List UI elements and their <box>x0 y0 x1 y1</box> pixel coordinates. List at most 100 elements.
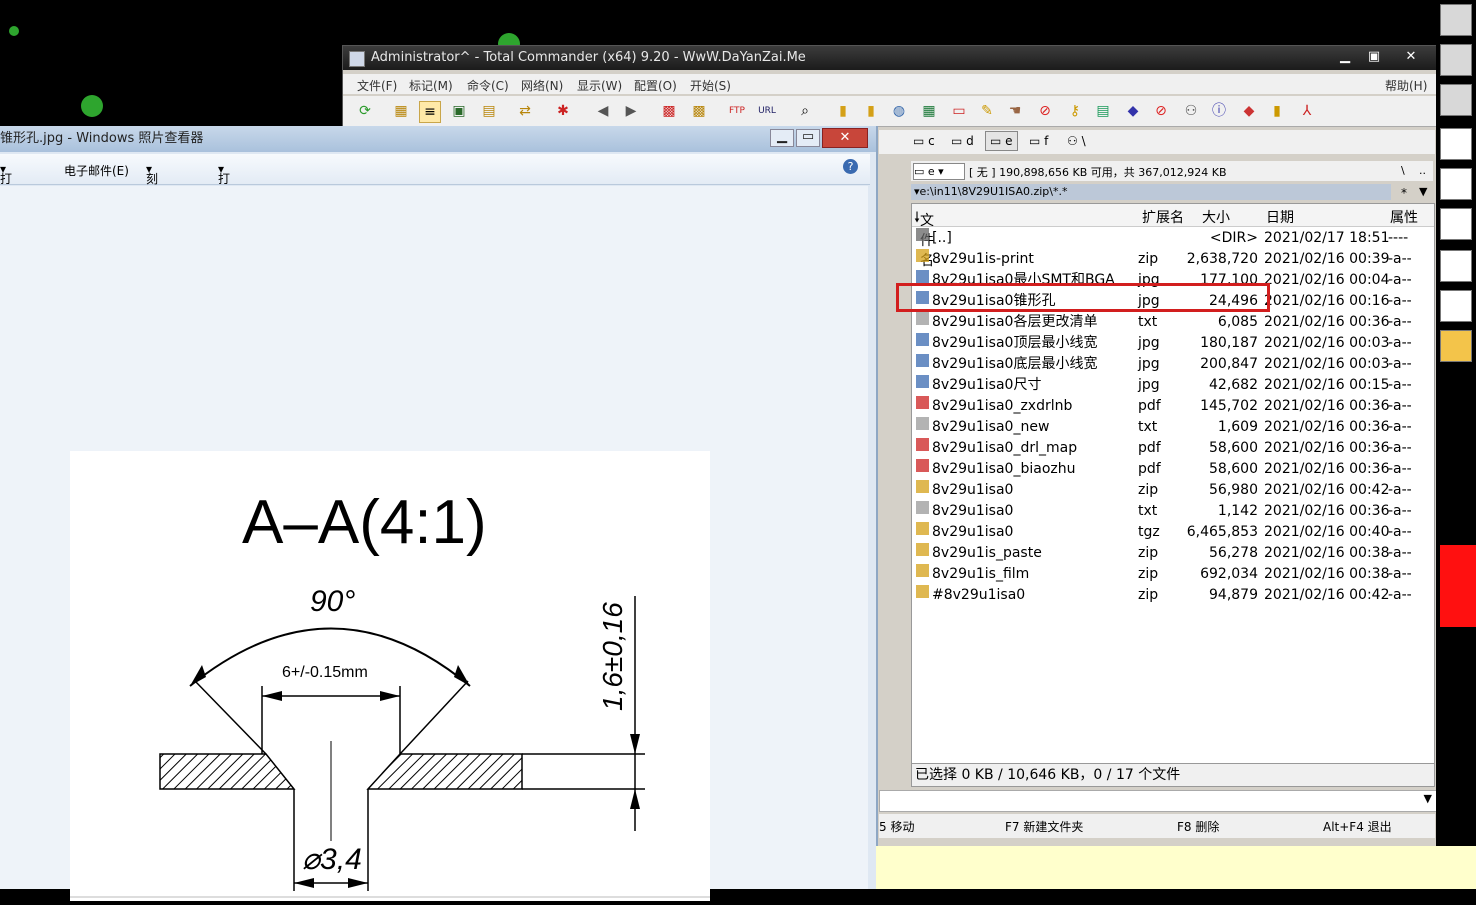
drive-select[interactable]: ▭ e ▾ <box>913 163 965 180</box>
print-menu[interactable]: 打印(P) ▾ <box>0 162 17 218</box>
table-row[interactable]: 8v29u1isa0顶层最小线宽 jpg 180,187 2021/02/16 00:… <box>912 333 1434 354</box>
maximize-button[interactable]: ▣ <box>1362 48 1386 66</box>
table-row[interactable]: 8v29u1isa0 zip 56,980 2021/02/16 00:42 -a-- <box>912 480 1434 501</box>
tree-icon[interactable]: ▤ <box>479 101 499 121</box>
table-row[interactable]: 8v29u1is_film zip 692,034 2021/02/16 00:38-… <box>912 564 1434 585</box>
path-bar[interactable]: ▾e:\in11\8V29U1ISA0.zip\*.* <box>911 184 1391 200</box>
table-row[interactable]: 8v29u1isa0尺寸 jpg 42,682 2021/02/16 00:15 -a-… <box>912 375 1434 396</box>
parent-button[interactable]: .. <box>1419 164 1426 177</box>
drive-e-button[interactable]: ▭ e <box>985 131 1018 151</box>
palette-tool-icon[interactable] <box>1440 290 1472 322</box>
stop-icon[interactable]: ⊘ <box>1151 101 1171 121</box>
ftp-icon[interactable]: FTP <box>727 101 747 121</box>
table-row[interactable]: [..] <DIR> 2021/02/17 18:51 ---- <box>912 228 1434 249</box>
table-row[interactable]: 8v29u1isa0_zxdrlnb pdf 145,702 2021/02/16 0… <box>912 396 1434 417</box>
drive-c-button[interactable]: ▭ c <box>913 134 935 148</box>
file-attr: -a-- <box>1388 545 1412 561</box>
folder-icon[interactable]: ▮ <box>861 101 881 121</box>
table-row[interactable]: 8v29u1isa0各层更改清单 txt 6,085 2021/02/16 00:36… <box>912 312 1434 333</box>
table-row[interactable]: 8v29u1isa0底层最小线宽 jpg 200,847 2021/02/16 00:… <box>912 354 1434 375</box>
table-row[interactable]: 8v29u1is-print zip 2,638,720 2021/02/16 00:… <box>912 249 1434 270</box>
arrowhead <box>190 665 206 686</box>
maximize-button[interactable]: ▭ <box>796 129 820 147</box>
palette-tool-icon[interactable] <box>1440 84 1472 116</box>
back-icon[interactable]: ◀ <box>593 101 613 121</box>
folder-icon[interactable]: ▮ <box>833 101 853 121</box>
select-icon[interactable]: ✱ <box>553 101 573 121</box>
f7-newfolder-button[interactable]: F7 新建文件夹 <box>1005 818 1083 835</box>
menu-commands[interactable]: 命令(C) <box>467 77 509 94</box>
cube-icon[interactable]: ◆ <box>1239 101 1259 121</box>
menu-config[interactable]: 配置(O) <box>634 77 677 94</box>
hand-icon[interactable]: ☚ <box>1005 101 1025 121</box>
history-dropdown-icon[interactable]: ▼ <box>1419 185 1427 198</box>
stop-icon[interactable]: ⊘ <box>1035 101 1055 121</box>
minimize-button[interactable]: ▁ <box>770 129 794 147</box>
email-button[interactable]: 电子邮件(E) <box>64 162 129 179</box>
unpack-icon[interactable]: ▩ <box>689 101 709 121</box>
folder-key-icon[interactable]: ▮ <box>1267 101 1287 121</box>
menu-mark[interactable]: 标记(M) <box>409 77 453 94</box>
command-line[interactable]: ▼ <box>879 790 1437 812</box>
f6-move-button[interactable]: 5 移动 <box>879 818 914 835</box>
drive-f-button[interactable]: ▭ f <box>1029 134 1048 148</box>
table-row[interactable]: 8v29u1isa0 txt 1,142 2021/02/16 00:36 -a-- <box>912 501 1434 522</box>
palette-tool-icon[interactable] <box>1440 168 1472 200</box>
cube-icon[interactable]: ◆ <box>1123 101 1143 121</box>
table-row[interactable]: 8v29u1is_paste zip 56,278 2021/02/16 00:38-… <box>912 543 1434 564</box>
pack-icon[interactable]: ▩ <box>659 101 679 121</box>
menu-help[interactable]: 帮助(H) <box>1385 77 1427 94</box>
drive-d-button[interactable]: ▭ d <box>951 134 974 148</box>
palette-tool-icon[interactable] <box>1440 128 1472 160</box>
book-icon[interactable]: ▤ <box>1093 101 1113 121</box>
column-size[interactable]: 大小 <box>1202 207 1230 227</box>
search-icon[interactable]: ⌕ <box>795 101 815 121</box>
document-icon[interactable]: ▭ <box>949 101 969 121</box>
url-icon[interactable]: URL <box>757 101 777 121</box>
menu-file[interactable]: 文件(F) <box>357 77 397 94</box>
excel-icon[interactable]: ▦ <box>919 101 939 121</box>
brief-view-icon[interactable]: ▦ <box>391 101 411 121</box>
column-date[interactable]: 日期 <box>1266 207 1294 227</box>
altf4-exit-button[interactable]: Alt+F4 退出 <box>1323 818 1392 835</box>
path-filter[interactable]: * <box>1401 186 1407 200</box>
pdf-icon[interactable]: ⅄ <box>1297 101 1317 121</box>
chevron-down-icon[interactable]: ▼ <box>1424 792 1432 805</box>
full-view-icon[interactable]: ≡ <box>419 101 441 123</box>
menu-net[interactable]: 网络(N) <box>521 77 563 94</box>
key-icon[interactable]: ⚷ <box>1065 101 1085 121</box>
close-button[interactable]: ✕ <box>822 128 868 148</box>
thumbnail-icon[interactable]: ▣ <box>449 101 469 121</box>
forward-icon[interactable]: ▶ <box>621 101 641 121</box>
table-row[interactable]: #8v29u1isa0 zip 94,879 2021/02/16 00:42 -a-- <box>912 585 1434 606</box>
palette-tool-icon[interactable] <box>1440 4 1472 36</box>
network-drive-button[interactable]: ⚇ \ <box>1067 134 1086 148</box>
file-ext: tgz <box>1138 524 1160 540</box>
image-icon <box>916 354 929 367</box>
refresh-icon[interactable]: ⟳ <box>355 101 375 121</box>
menu-start[interactable]: 开始(S) <box>690 77 731 94</box>
table-row[interactable]: 8v29u1isa0 tgz 6,465,853 2021/02/16 00:40 -a… <box>912 522 1434 543</box>
palette-tool-icon[interactable] <box>1440 330 1472 362</box>
f8-delete-button[interactable]: F8 删除 <box>1177 818 1219 835</box>
column-attr[interactable]: 属性 <box>1390 207 1418 227</box>
network-icon[interactable]: ⚇ <box>1181 101 1201 121</box>
table-row[interactable]: 8v29u1isa0_new txt 1,609 2021/02/16 00:36 -a… <box>912 417 1434 438</box>
globe-icon[interactable]: ◍ <box>889 101 909 121</box>
table-row[interactable]: 8v29u1isa0_drl_map pdf 58,600 2021/02/16 00… <box>912 438 1434 459</box>
column-ext[interactable]: 扩展名 <box>1142 207 1184 227</box>
notes-icon[interactable]: ✎ <box>977 101 997 121</box>
table-row[interactable]: 8v29u1isa0_biaozhu pdf 58,600 2021/02/16 00… <box>912 459 1434 480</box>
sync-icon[interactable]: ⇄ <box>515 101 535 121</box>
info-icon[interactable]: ⓘ <box>1209 101 1229 121</box>
burn-menu[interactable]: 刻录(U) ▾ <box>146 162 164 218</box>
minimize-button[interactable]: ▁ <box>1333 48 1357 66</box>
close-button[interactable]: ✕ <box>1399 48 1423 66</box>
palette-tool-icon[interactable] <box>1440 44 1472 76</box>
root-button[interactable]: \ <box>1401 164 1405 177</box>
palette-tool-icon[interactable] <box>1440 250 1472 282</box>
help-icon[interactable]: ? <box>843 159 858 174</box>
menu-show[interactable]: 显示(W) <box>577 77 622 94</box>
open-menu[interactable]: 打开(O) ▾ <box>218 162 237 218</box>
palette-tool-icon[interactable] <box>1440 208 1472 240</box>
